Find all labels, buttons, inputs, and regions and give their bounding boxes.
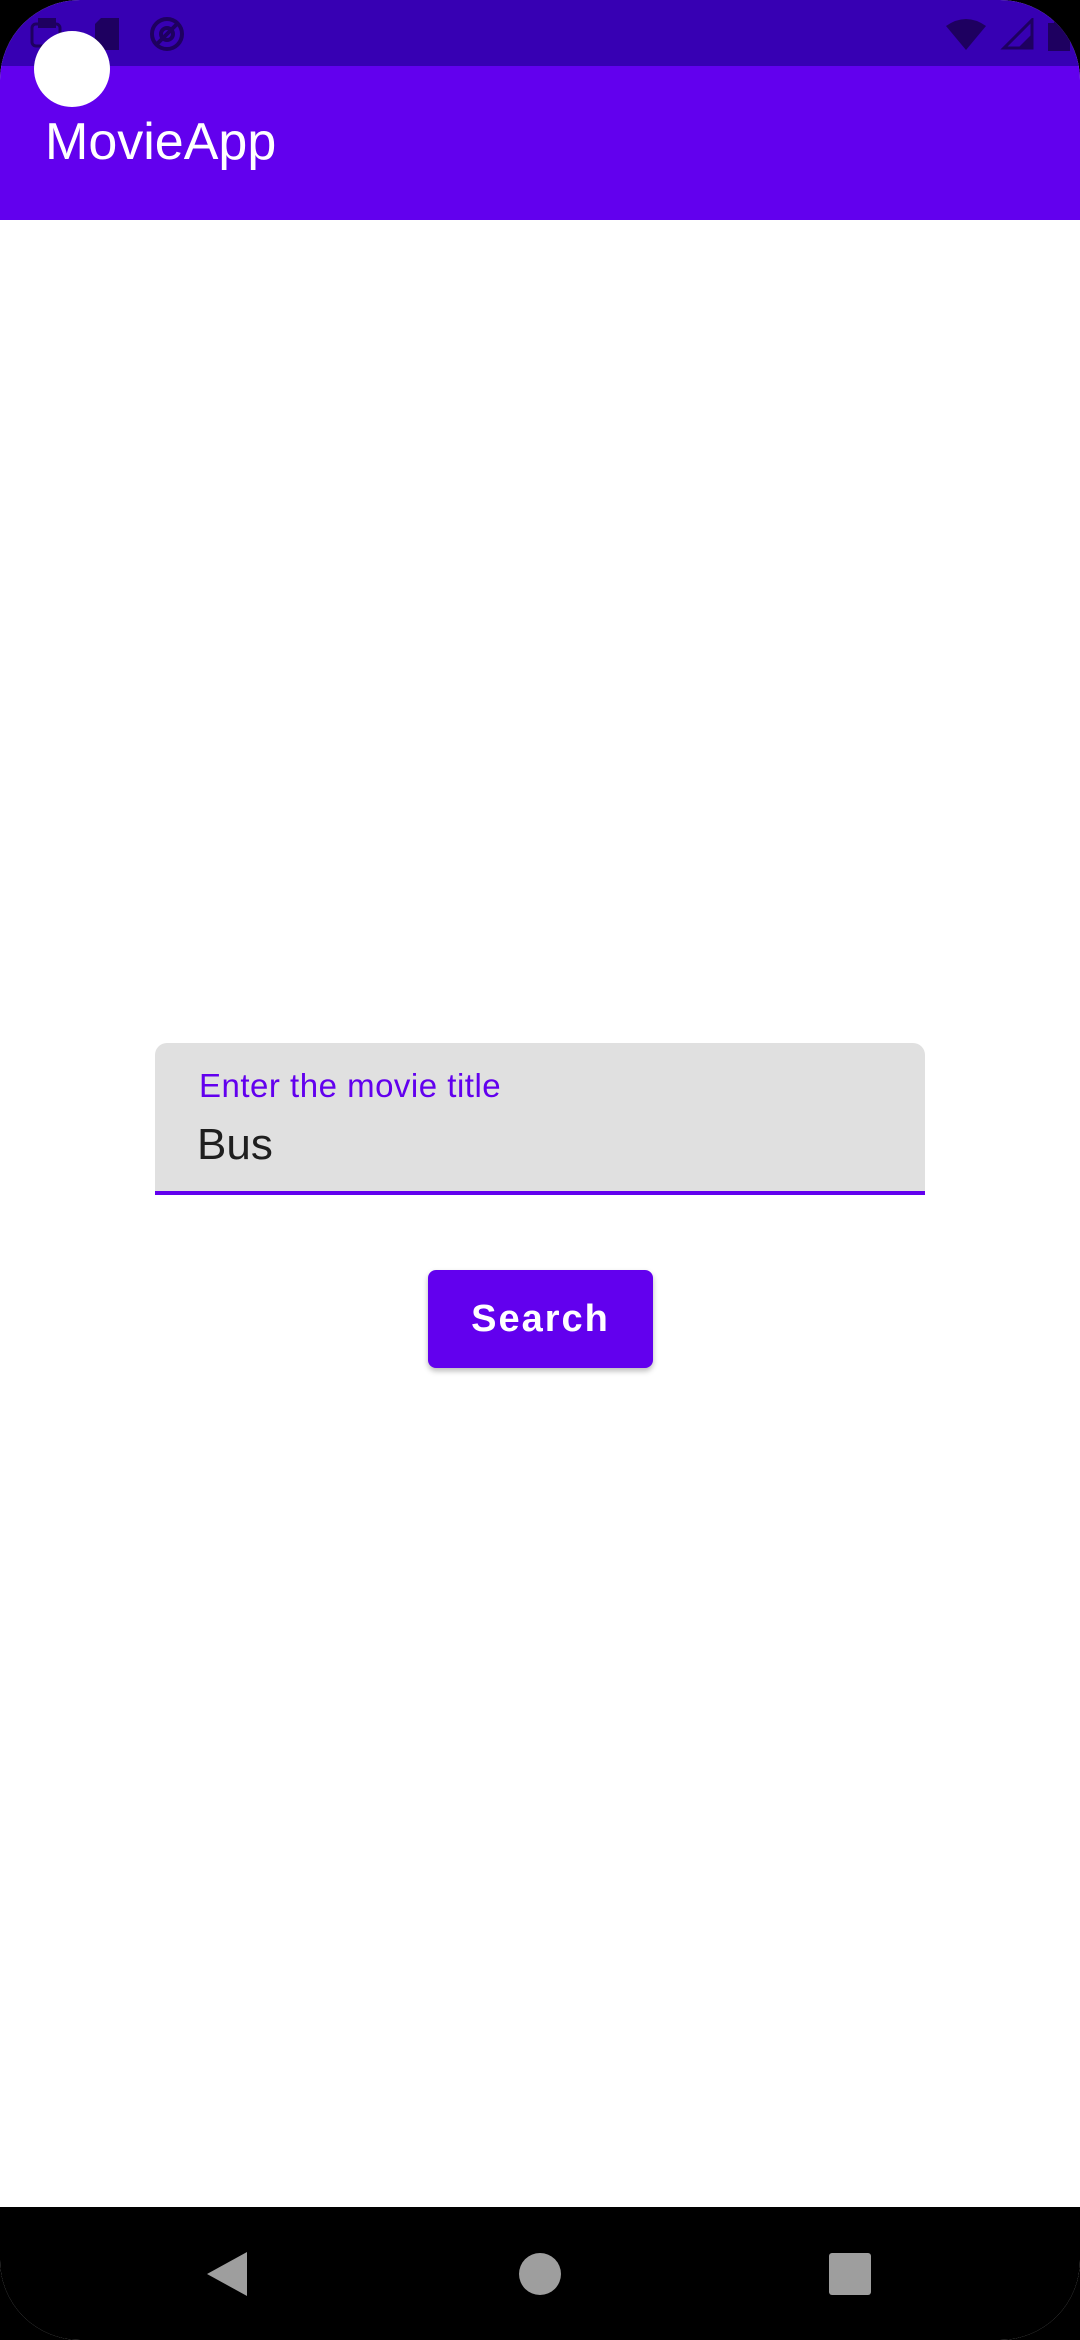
app-screen: MovieApp Enter the movie title Search	[0, 0, 1080, 2340]
battery-icon	[1048, 17, 1070, 51]
recents-icon	[829, 2253, 871, 2295]
status-right-icons	[946, 14, 1070, 54]
back-icon	[207, 2252, 247, 2296]
app-title: MovieApp	[45, 113, 277, 171]
status-bar	[0, 0, 1080, 66]
data-saver-icon	[150, 17, 184, 51]
camera-cutout	[34, 31, 110, 107]
search-button[interactable]: Search	[428, 1270, 653, 1368]
cell-signal-icon	[1000, 18, 1034, 50]
wifi-icon	[946, 19, 986, 50]
navigation-bar	[0, 2207, 1080, 2340]
movie-title-input[interactable]	[197, 1115, 877, 1175]
movie-title-field[interactable]: Enter the movie title	[155, 1043, 925, 1195]
app-bar: MovieApp	[0, 66, 1080, 220]
home-button[interactable]	[509, 2243, 571, 2305]
back-button[interactable]	[196, 2243, 258, 2305]
recents-button[interactable]	[819, 2243, 881, 2305]
movie-title-label: Enter the movie title	[199, 1067, 502, 1104]
home-icon	[519, 2253, 561, 2295]
